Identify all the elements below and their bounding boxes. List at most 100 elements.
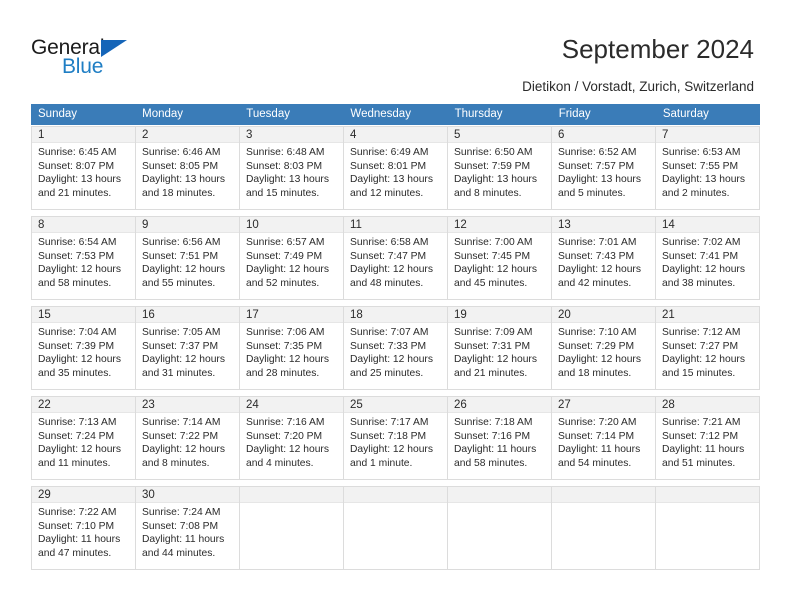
sunset-text: Sunset: 7:14 PM bbox=[558, 430, 635, 442]
sunset-text: Sunset: 7:08 PM bbox=[142, 520, 219, 532]
day-info: Sunrise: 7:06 AM Sunset: 7:35 PM Dayligh… bbox=[240, 323, 343, 380]
sunset-text: Sunset: 7:10 PM bbox=[38, 520, 115, 532]
day-cell[interactable]: 2 Sunrise: 6:46 AM Sunset: 8:05 PM Dayli… bbox=[135, 126, 239, 210]
day-cell[interactable]: 12 Sunrise: 7:00 AM Sunset: 7:45 PM Dayl… bbox=[447, 216, 551, 300]
day-number: 11 bbox=[344, 217, 447, 233]
day-cell[interactable]: 25 Sunrise: 7:17 AM Sunset: 7:18 PM Dayl… bbox=[343, 396, 447, 480]
day-cell[interactable]: 1 Sunrise: 6:45 AM Sunset: 8:07 PM Dayli… bbox=[31, 126, 135, 210]
sunset-text: Sunset: 7:35 PM bbox=[246, 340, 323, 352]
sunrise-text: Sunrise: 6:45 AM bbox=[38, 147, 117, 158]
day-cell[interactable]: 14 Sunrise: 7:02 AM Sunset: 7:41 PM Dayl… bbox=[655, 216, 760, 300]
weekday-monday: Monday bbox=[142, 108, 184, 120]
daylight-text-line2: and 25 minutes. bbox=[350, 367, 424, 379]
sunset-text: Sunset: 7:53 PM bbox=[38, 250, 115, 262]
day-number: 1 bbox=[32, 127, 135, 143]
day-cell[interactable]: 22 Sunrise: 7:13 AM Sunset: 7:24 PM Dayl… bbox=[31, 396, 135, 480]
daylight-text-line2: and 21 minutes. bbox=[38, 187, 112, 199]
day-cell[interactable]: 8 Sunrise: 6:54 AM Sunset: 7:53 PM Dayli… bbox=[31, 216, 135, 300]
day-cell[interactable]: 4 Sunrise: 6:49 AM Sunset: 8:01 PM Dayli… bbox=[343, 126, 447, 210]
sunset-text: Sunset: 7:12 PM bbox=[662, 430, 739, 442]
sunset-text: Sunset: 7:57 PM bbox=[558, 160, 635, 172]
day-number bbox=[344, 487, 447, 503]
day-cell-empty bbox=[343, 486, 447, 570]
page-header: General Blue September 2024 Dietikon / V… bbox=[0, 0, 792, 100]
weekday-sunday: Sunday bbox=[38, 108, 78, 120]
day-cell[interactable]: 16 Sunrise: 7:05 AM Sunset: 7:37 PM Dayl… bbox=[135, 306, 239, 390]
day-cell[interactable]: 10 Sunrise: 6:57 AM Sunset: 7:49 PM Dayl… bbox=[239, 216, 343, 300]
day-info: Sunrise: 7:16 AM Sunset: 7:20 PM Dayligh… bbox=[240, 413, 343, 470]
sunrise-text: Sunrise: 6:53 AM bbox=[662, 147, 741, 158]
day-number bbox=[240, 487, 343, 503]
day-number: 24 bbox=[240, 397, 343, 413]
day-cell[interactable]: 9 Sunrise: 6:56 AM Sunset: 7:51 PM Dayli… bbox=[135, 216, 239, 300]
day-cell-empty bbox=[655, 486, 760, 570]
sunset-text: Sunset: 7:47 PM bbox=[350, 250, 427, 262]
sunrise-text: Sunrise: 6:46 AM bbox=[142, 147, 221, 158]
sunrise-text: Sunrise: 7:04 AM bbox=[38, 327, 117, 338]
weekday-saturday: Saturday bbox=[662, 108, 709, 120]
day-cell[interactable]: 20 Sunrise: 7:10 AM Sunset: 7:29 PM Dayl… bbox=[551, 306, 655, 390]
day-cell[interactable]: 6 Sunrise: 6:52 AM Sunset: 7:57 PM Dayli… bbox=[551, 126, 655, 210]
weekday-thursday: Thursday bbox=[454, 108, 503, 120]
day-cell[interactable]: 18 Sunrise: 7:07 AM Sunset: 7:33 PM Dayl… bbox=[343, 306, 447, 390]
day-cell[interactable]: 30 Sunrise: 7:24 AM Sunset: 7:08 PM Dayl… bbox=[135, 486, 239, 570]
day-info: Sunrise: 6:53 AM Sunset: 7:55 PM Dayligh… bbox=[656, 143, 759, 200]
sunset-text: Sunset: 7:59 PM bbox=[454, 160, 531, 172]
daylight-text-line2: and 52 minutes. bbox=[246, 277, 320, 289]
daylight-text-line2: and 5 minutes. bbox=[558, 187, 626, 199]
sunset-text: Sunset: 7:27 PM bbox=[662, 340, 739, 352]
day-cell[interactable]: 27 Sunrise: 7:20 AM Sunset: 7:14 PM Dayl… bbox=[551, 396, 655, 480]
day-number: 25 bbox=[344, 397, 447, 413]
daylight-text-line1: Daylight: 12 hours bbox=[558, 264, 641, 276]
day-info: Sunrise: 6:54 AM Sunset: 7:53 PM Dayligh… bbox=[32, 233, 135, 290]
sunrise-text: Sunrise: 7:18 AM bbox=[454, 417, 533, 428]
day-cell[interactable]: 11 Sunrise: 6:58 AM Sunset: 7:47 PM Dayl… bbox=[343, 216, 447, 300]
day-cell[interactable]: 15 Sunrise: 7:04 AM Sunset: 7:39 PM Dayl… bbox=[31, 306, 135, 390]
sunrise-text: Sunrise: 6:50 AM bbox=[454, 147, 533, 158]
daylight-text-line2: and 18 minutes. bbox=[142, 187, 216, 199]
sunset-text: Sunset: 8:05 PM bbox=[142, 160, 219, 172]
sunrise-text: Sunrise: 7:00 AM bbox=[454, 237, 533, 248]
sunrise-text: Sunrise: 7:20 AM bbox=[558, 417, 637, 428]
sunrise-text: Sunrise: 6:48 AM bbox=[246, 147, 325, 158]
day-info: Sunrise: 7:01 AM Sunset: 7:43 PM Dayligh… bbox=[552, 233, 655, 290]
general-blue-logo: General Blue bbox=[31, 36, 151, 80]
daylight-text-line1: Daylight: 13 hours bbox=[38, 174, 121, 186]
day-info: Sunrise: 7:14 AM Sunset: 7:22 PM Dayligh… bbox=[136, 413, 239, 470]
daylight-text-line1: Daylight: 13 hours bbox=[246, 174, 329, 186]
day-number: 23 bbox=[136, 397, 239, 413]
daylight-text-line1: Daylight: 11 hours bbox=[454, 444, 537, 456]
day-info: Sunrise: 7:17 AM Sunset: 7:18 PM Dayligh… bbox=[344, 413, 447, 470]
day-cell[interactable]: 24 Sunrise: 7:16 AM Sunset: 7:20 PM Dayl… bbox=[239, 396, 343, 480]
sunset-text: Sunset: 7:31 PM bbox=[454, 340, 531, 352]
day-cell[interactable]: 13 Sunrise: 7:01 AM Sunset: 7:43 PM Dayl… bbox=[551, 216, 655, 300]
day-cell[interactable]: 7 Sunrise: 6:53 AM Sunset: 7:55 PM Dayli… bbox=[655, 126, 760, 210]
day-cell[interactable]: 29 Sunrise: 7:22 AM Sunset: 7:10 PM Dayl… bbox=[31, 486, 135, 570]
daylight-text-line2: and 21 minutes. bbox=[454, 367, 528, 379]
day-cell[interactable]: 19 Sunrise: 7:09 AM Sunset: 7:31 PM Dayl… bbox=[447, 306, 551, 390]
day-info: Sunrise: 6:46 AM Sunset: 8:05 PM Dayligh… bbox=[136, 143, 239, 200]
sunrise-text: Sunrise: 6:52 AM bbox=[558, 147, 637, 158]
sunset-text: Sunset: 7:55 PM bbox=[662, 160, 739, 172]
day-number: 19 bbox=[448, 307, 551, 323]
day-cell[interactable]: 3 Sunrise: 6:48 AM Sunset: 8:03 PM Dayli… bbox=[239, 126, 343, 210]
day-cell[interactable]: 5 Sunrise: 6:50 AM Sunset: 7:59 PM Dayli… bbox=[447, 126, 551, 210]
day-cell[interactable]: 23 Sunrise: 7:14 AM Sunset: 7:22 PM Dayl… bbox=[135, 396, 239, 480]
sunrise-text: Sunrise: 6:57 AM bbox=[246, 237, 325, 248]
day-cell[interactable]: 17 Sunrise: 7:06 AM Sunset: 7:35 PM Dayl… bbox=[239, 306, 343, 390]
daylight-text-line2: and 12 minutes. bbox=[350, 187, 424, 199]
daylight-text-line1: Daylight: 12 hours bbox=[350, 264, 433, 276]
sunrise-text: Sunrise: 7:21 AM bbox=[662, 417, 741, 428]
day-cell[interactable]: 28 Sunrise: 7:21 AM Sunset: 7:12 PM Dayl… bbox=[655, 396, 760, 480]
sunset-text: Sunset: 7:49 PM bbox=[246, 250, 323, 262]
daylight-text-line1: Daylight: 13 hours bbox=[142, 174, 225, 186]
day-cell[interactable]: 26 Sunrise: 7:18 AM Sunset: 7:16 PM Dayl… bbox=[447, 396, 551, 480]
sunrise-text: Sunrise: 7:09 AM bbox=[454, 327, 533, 338]
day-cell[interactable]: 21 Sunrise: 7:12 AM Sunset: 7:27 PM Dayl… bbox=[655, 306, 760, 390]
daylight-text-line1: Daylight: 12 hours bbox=[142, 264, 225, 276]
day-number: 15 bbox=[32, 307, 135, 323]
day-number: 30 bbox=[136, 487, 239, 503]
sunrise-text: Sunrise: 7:12 AM bbox=[662, 327, 741, 338]
week-row: 8 Sunrise: 6:54 AM Sunset: 7:53 PM Dayli… bbox=[31, 216, 760, 300]
day-number: 3 bbox=[240, 127, 343, 143]
